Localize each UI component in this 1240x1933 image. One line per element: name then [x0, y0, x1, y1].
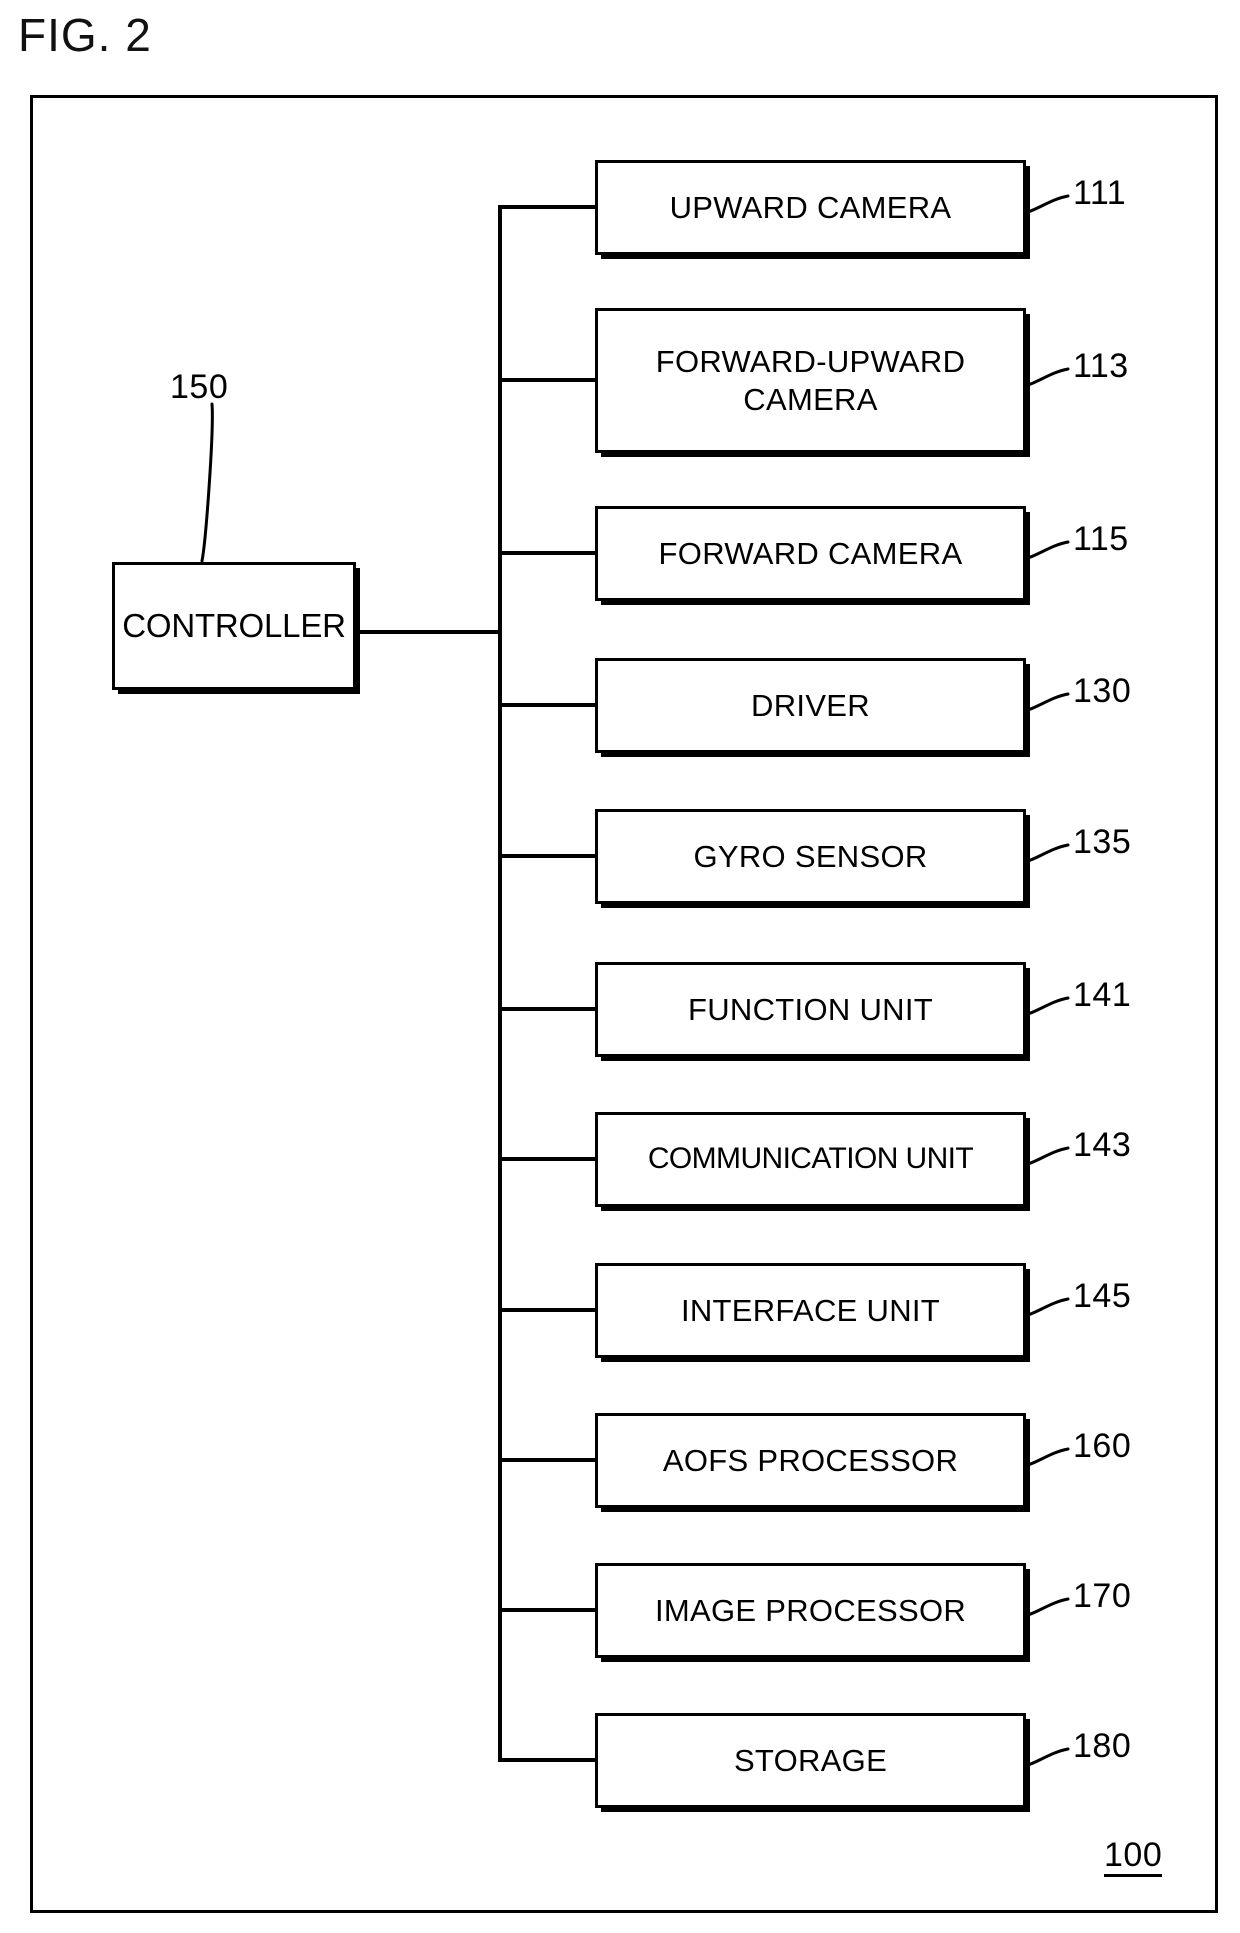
block-image-processor: IMAGE PROCESSOR [595, 1563, 1026, 1658]
block-controller-label: CONTROLLER [122, 606, 346, 644]
block-interface-unit-label: INTERFACE UNIT [680, 1292, 941, 1328]
block-communication-unit-label: COMMUNICATION UNIT [647, 1142, 974, 1176]
block-image-processor-label: IMAGE PROCESSOR [654, 1592, 967, 1628]
block-forward-camera-label: FORWARD CAMERA [658, 535, 963, 571]
reference-number-upward-camera: 111 [1073, 174, 1127, 212]
reference-number-communication-unit: 143 [1073, 1126, 1132, 1164]
block-function-unit-label: FUNCTION UNIT [688, 991, 933, 1027]
figure-page: FIG. 2 CONTROLLER 150 UPWARD CAMERA 111 … [0, 0, 1240, 1933]
reference-number-image-processor: 170 [1073, 1577, 1132, 1615]
block-gyro-sensor-label: GYRO SENSOR [693, 838, 928, 874]
block-forward-upward-camera: FORWARD-UPWARD CAMERA [595, 308, 1026, 453]
block-forward-camera: FORWARD CAMERA [595, 506, 1026, 601]
reference-number-assembly: 100 [1104, 1838, 1163, 1877]
reference-number-interface-unit: 145 [1073, 1277, 1132, 1315]
block-function-unit: FUNCTION UNIT [595, 962, 1026, 1057]
reference-number-controller: 150 [170, 368, 229, 406]
block-driver-label: DRIVER [751, 687, 870, 723]
reference-number-function-unit: 141 [1073, 976, 1132, 1014]
reference-number-aofs-processor: 160 [1073, 1427, 1132, 1465]
reference-number-forward-upward-camera: 113 [1073, 347, 1129, 385]
reference-number-storage: 180 [1073, 1727, 1132, 1765]
block-aofs-processor: AOFS PROCESSOR [595, 1413, 1026, 1508]
reference-number-forward-camera: 115 [1073, 520, 1129, 558]
figure-label: FIG. 2 [18, 9, 152, 61]
block-upward-camera-label: UPWARD CAMERA [669, 189, 952, 225]
block-communication-unit: COMMUNICATION UNIT [595, 1112, 1026, 1207]
reference-number-driver: 130 [1073, 672, 1132, 710]
block-gyro-sensor: GYRO SENSOR [595, 809, 1026, 904]
block-interface-unit: INTERFACE UNIT [595, 1263, 1026, 1358]
block-storage-label: STORAGE [733, 1742, 888, 1778]
block-controller: CONTROLLER [112, 562, 356, 690]
block-aofs-processor-label: AOFS PROCESSOR [662, 1442, 959, 1478]
block-forward-upward-camera-label: FORWARD-UPWARD CAMERA [655, 343, 966, 417]
block-storage: STORAGE [595, 1713, 1026, 1808]
block-upward-camera: UPWARD CAMERA [595, 160, 1026, 255]
reference-number-gyro-sensor: 135 [1073, 823, 1132, 861]
block-driver: DRIVER [595, 658, 1026, 753]
